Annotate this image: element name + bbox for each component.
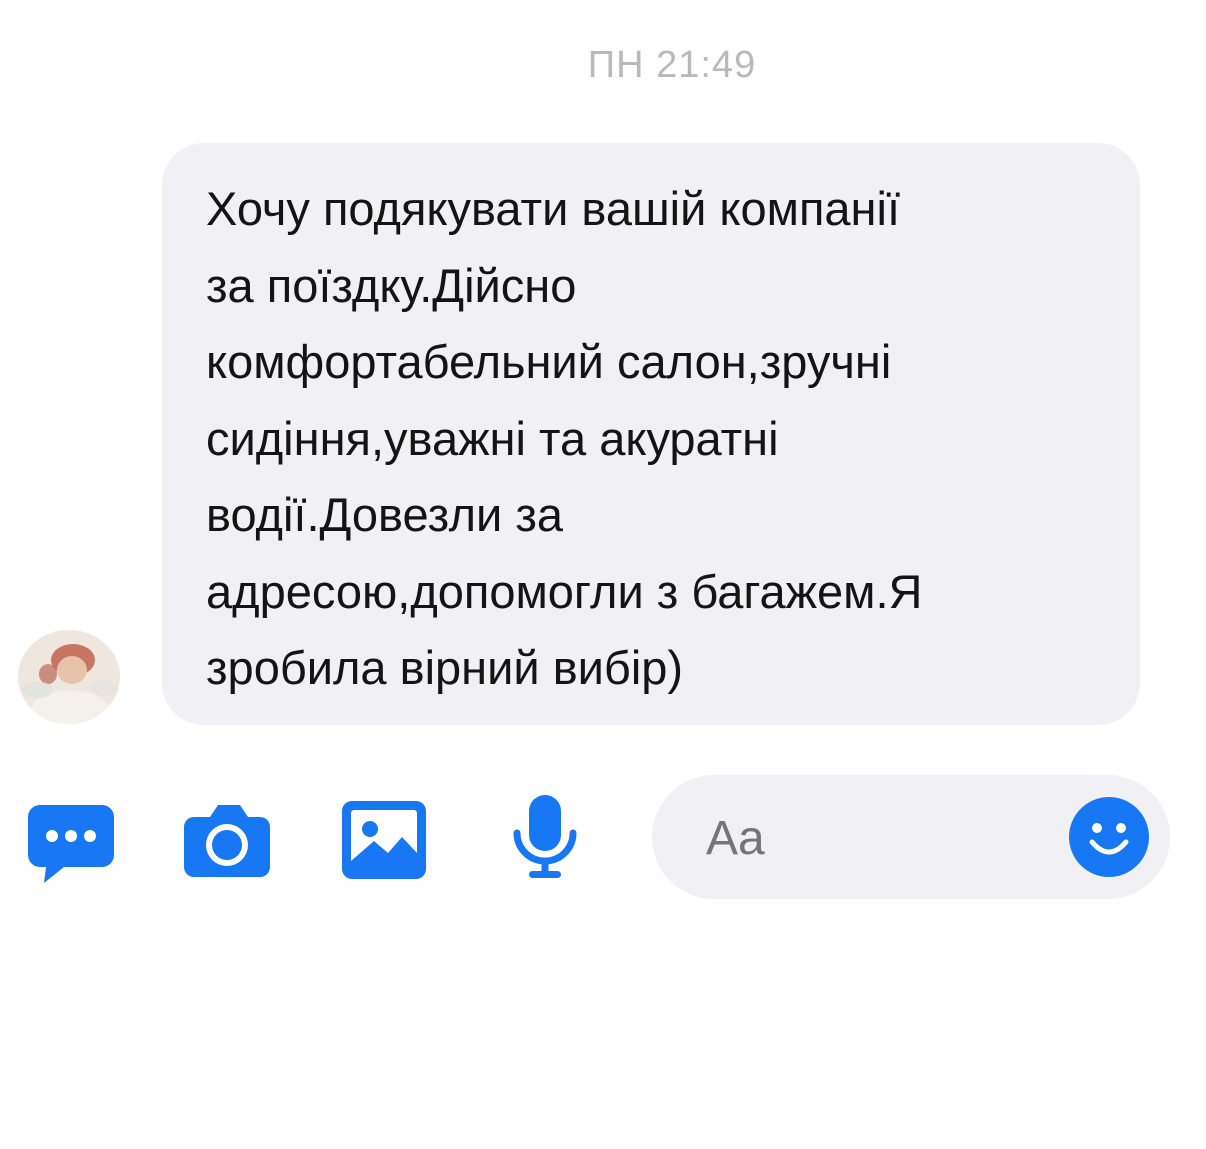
messenger-chat-screen: ПН 21:49 Хочу подякувати вашій компанії … — [0, 0, 1206, 1149]
image-icon — [342, 801, 426, 879]
emoji-button[interactable] — [1068, 796, 1150, 878]
message-text-line: водії.Довезли за — [206, 488, 564, 541]
microphone-icon — [513, 795, 577, 878]
chat-bubble-dots-icon — [28, 805, 114, 883]
sender-avatar[interactable] — [18, 630, 120, 724]
message-input-container[interactable] — [652, 775, 1170, 899]
message-text-line: Хочу подякувати вашій компанії — [206, 182, 901, 235]
incoming-message-bubble[interactable]: Хочу подякувати вашій компанії за поїздк… — [162, 143, 1140, 725]
message-text-line: зробила вірний вибір) — [206, 641, 684, 694]
message-text-line: сидіння,уважні та акуратні — [206, 411, 779, 465]
message-input[interactable] — [706, 811, 1026, 866]
message-timestamp: ПН 21:49 — [587, 44, 757, 86]
voice-message-button[interactable] — [500, 793, 590, 883]
user-avatar-icon — [18, 630, 120, 724]
message-composer — [0, 775, 1206, 905]
camera-icon — [184, 805, 270, 877]
gallery-button[interactable] — [340, 797, 430, 887]
more-actions-button[interactable] — [26, 797, 116, 887]
smiley-icon — [1069, 797, 1149, 877]
message-text-line: за поїздку.Дійсно — [206, 258, 577, 312]
message-text-line: комфортабельний салон,зручні — [206, 335, 892, 388]
message-text-line: адресою,допомогли з багажем.Я — [206, 564, 923, 618]
camera-button[interactable] — [182, 797, 272, 887]
